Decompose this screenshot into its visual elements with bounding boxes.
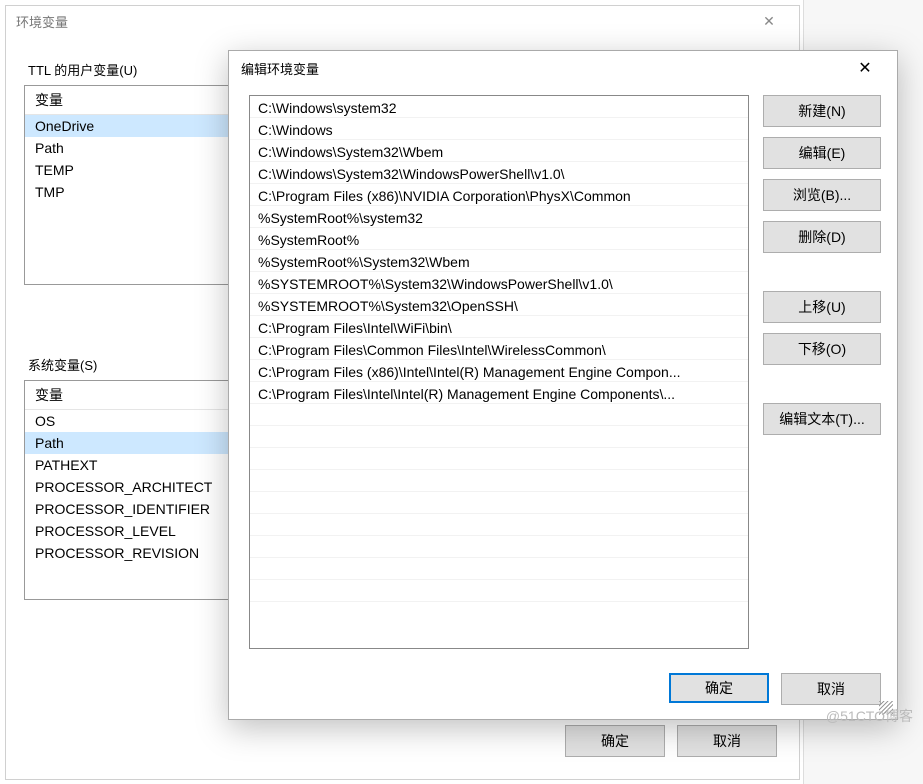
path-entry[interactable]: C:\Program Files (x86)\NVIDIA Corporatio… [250,184,748,206]
path-entry-empty[interactable] [250,514,748,536]
edit-dialog-title: 编辑环境变量 [241,59,319,78]
env-cancel-button[interactable]: 取消 [677,725,777,757]
path-entry-empty[interactable] [250,580,748,602]
env-title-bar: 环境变量 ✕ [6,6,799,36]
path-entry[interactable]: %SystemRoot% [250,228,748,250]
env-dialog-title: 环境变量 [16,12,68,31]
path-entry[interactable]: C:\Windows\System32\Wbem [250,140,748,162]
path-entry[interactable]: C:\Program Files (x86)\Intel\Intel(R) Ma… [250,360,748,382]
new-button[interactable]: 新建(N) [763,95,881,127]
edit-ok-button[interactable]: 确定 [669,673,769,703]
path-entry-empty[interactable] [250,426,748,448]
path-entry[interactable]: %SYSTEMROOT%\System32\WindowsPowerShell\… [250,272,748,294]
edit-button[interactable]: 编辑(E) [763,137,881,169]
move-up-button[interactable]: 上移(U) [763,291,881,323]
path-entry[interactable]: %SYSTEMROOT%\System32\OpenSSH\ [250,294,748,316]
path-entry-empty[interactable] [250,470,748,492]
path-entry-empty[interactable] [250,448,748,470]
path-entry-empty[interactable] [250,536,748,558]
env-ok-button[interactable]: 确定 [565,725,665,757]
path-entry[interactable]: %SystemRoot%\system32 [250,206,748,228]
resize-grip-icon[interactable] [879,701,893,715]
path-entry[interactable]: C:\Windows\system32 [250,96,748,118]
move-down-button[interactable]: 下移(O) [763,333,881,365]
delete-button[interactable]: 删除(D) [763,221,881,253]
path-entry-empty[interactable] [250,558,748,580]
path-entry[interactable]: C:\Program Files\Common Files\Intel\Wire… [250,338,748,360]
close-icon[interactable]: ✕ [749,6,789,36]
edit-text-button[interactable]: 编辑文本(T)... [763,403,881,435]
browse-button[interactable]: 浏览(B)... [763,179,881,211]
path-entry-empty[interactable] [250,404,748,426]
path-entries-list[interactable]: C:\Windows\system32C:\WindowsC:\Windows\… [249,95,749,649]
edit-cancel-button[interactable]: 取消 [781,673,881,705]
close-icon[interactable]: ✕ [845,53,885,83]
edit-title-bar: 编辑环境变量 ✕ [229,51,897,85]
path-entry[interactable]: %SystemRoot%\System32\Wbem [250,250,748,272]
path-entry[interactable]: C:\Windows [250,118,748,140]
path-entry-empty[interactable] [250,492,748,514]
path-entry[interactable]: C:\Windows\System32\WindowsPowerShell\v1… [250,162,748,184]
path-entry[interactable]: C:\Program Files\Intel\WiFi\bin\ [250,316,748,338]
path-entry[interactable]: C:\Program Files\Intel\Intel(R) Manageme… [250,382,748,404]
edit-environment-variable-dialog: 编辑环境变量 ✕ C:\Windows\system32C:\WindowsC:… [228,50,898,720]
